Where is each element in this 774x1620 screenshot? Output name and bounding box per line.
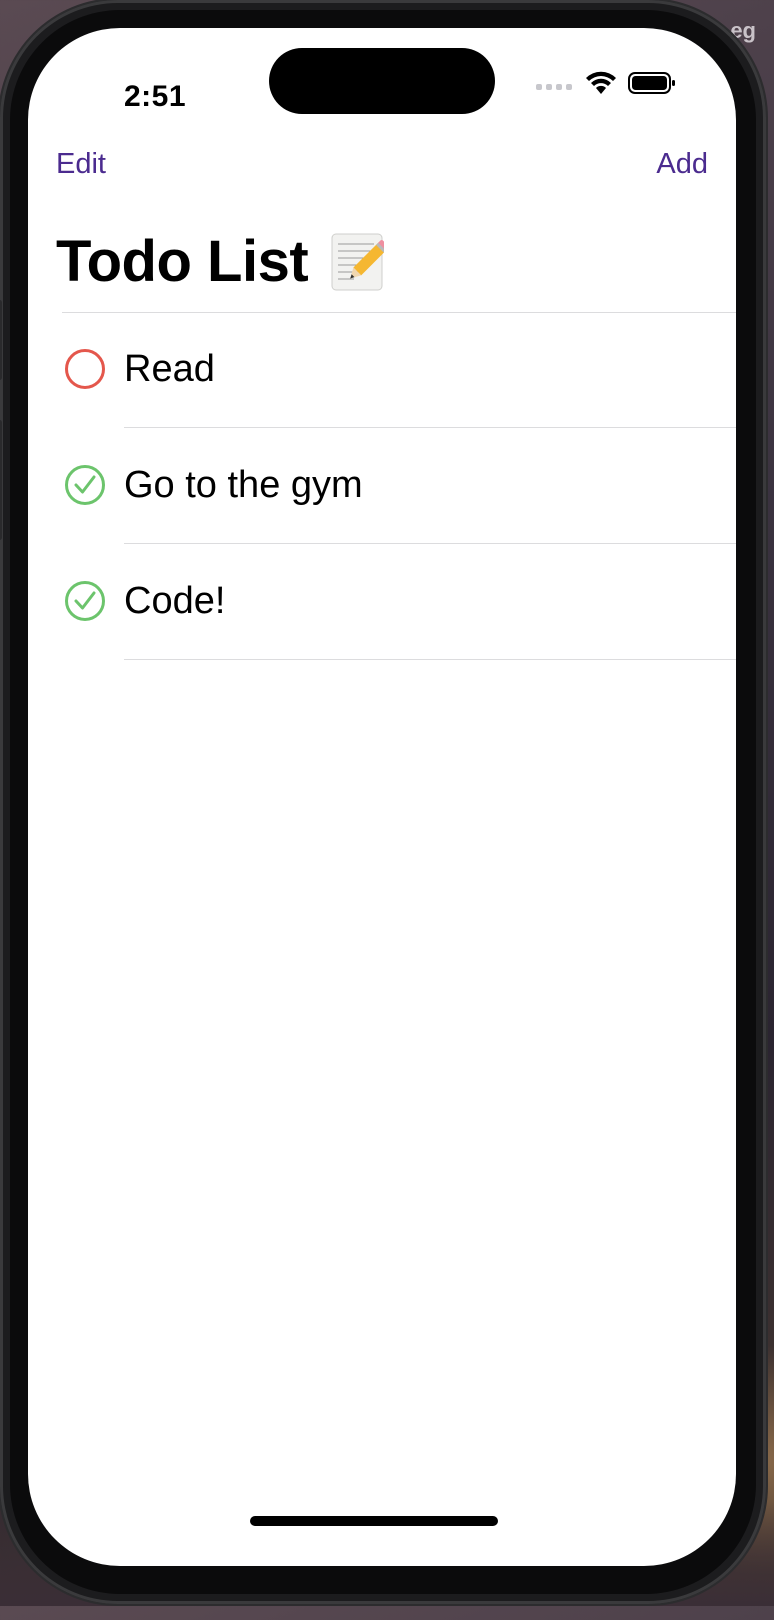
todo-label: Go to the gym bbox=[124, 464, 363, 506]
check-circle-icon[interactable] bbox=[64, 580, 106, 622]
home-indicator[interactable] bbox=[250, 1516, 498, 1526]
page-title: Todo List bbox=[56, 229, 309, 294]
status-time: 2:51 bbox=[124, 80, 187, 113]
list-item[interactable]: Code! bbox=[28, 544, 736, 660]
list-item[interactable]: Go to the gym bbox=[28, 428, 736, 544]
todo-label: Code! bbox=[124, 580, 226, 622]
add-button[interactable]: Add bbox=[656, 148, 708, 181]
check-circle-icon[interactable] bbox=[64, 464, 106, 506]
battery-icon bbox=[628, 72, 675, 94]
todo-label: Read bbox=[124, 348, 215, 390]
phone-frame: 2:51 Edit Add Todo List Read Go to the g… bbox=[0, 0, 766, 1604]
memo-emoji-icon bbox=[331, 233, 385, 290]
divider bbox=[124, 659, 736, 660]
edit-button[interactable]: Edit bbox=[56, 148, 106, 181]
app-screen: 2:51 Edit Add Todo List Read Go to the g… bbox=[28, 28, 736, 1566]
side-button bbox=[0, 300, 2, 380]
wifi-icon bbox=[586, 71, 616, 94]
cellular-signal-icon bbox=[536, 84, 572, 90]
page-title-row: Todo List bbox=[56, 228, 385, 295]
circle-outline-icon[interactable] bbox=[64, 348, 106, 390]
dynamic-island bbox=[269, 48, 495, 114]
side-button bbox=[0, 420, 2, 540]
list-item[interactable]: Read bbox=[28, 312, 736, 428]
